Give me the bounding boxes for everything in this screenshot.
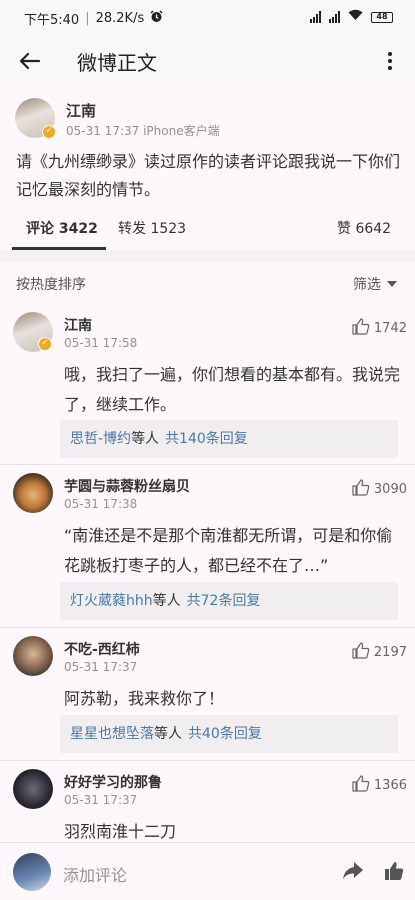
comment-item: 好好学习的那鲁 05-31 17:37 1366 羽烈南淮十二刀 (0, 761, 415, 842)
share-icon[interactable] (342, 861, 364, 885)
filter-label: 筛选 (353, 277, 381, 293)
tab-comments[interactable]: 评论 3422 (26, 218, 98, 238)
comment-like-button[interactable]: 2197 (352, 642, 407, 663)
reply-author-link[interactable]: 思哲-博约 (70, 431, 131, 447)
thumbs-up-icon[interactable] (384, 861, 404, 885)
page-title: 微博正文 (77, 51, 157, 75)
reply-etc: 等人 (154, 726, 182, 742)
battery-icon: 48 (371, 11, 393, 23)
thumbs-up-icon (352, 479, 370, 500)
more-vertical-icon[interactable] (379, 48, 401, 74)
original-post: ✓ 江南 05-31 17:37 iPhone客户端 请《九州缥缈录》读过原作的… (0, 86, 415, 250)
like-count: 1742 (373, 321, 407, 336)
reply-etc: 等人 (131, 431, 160, 447)
back-arrow-icon[interactable] (16, 48, 44, 74)
like-count: 2197 (373, 645, 407, 660)
chevron-down-icon (387, 281, 397, 287)
replies-summary[interactable]: 星星也想坠落等人 共40条回复 (60, 715, 398, 753)
post-meta: 05-31 17:37 iPhone客户端 (66, 122, 220, 139)
commenter-avatar[interactable] (13, 769, 53, 809)
tab-reposts[interactable]: 转发 1523 (118, 218, 186, 238)
filter-button[interactable]: 筛选 (353, 274, 397, 294)
tab-likes[interactable]: 赞 6642 (337, 218, 391, 238)
replies-summary[interactable]: 思哲-博约等人 共140条回复 (60, 420, 398, 458)
comment-time: 05-31 17:38 (64, 497, 138, 511)
comment-item: 不吃-西红柿 05-31 17:37 2197 阿苏勒，我来救你了！ 星星也想坠… (0, 628, 415, 760)
comment-text: “南淮还是不是那个南淮都无所谓，可是和你偷花跳板打枣子的人，都已经不在了…” (64, 526, 393, 575)
add-comment-input[interactable]: 添加评论 (63, 862, 127, 886)
commenter-avatar[interactable] (13, 636, 53, 676)
replies-summary[interactable]: 灯火葳蕤hhh等人 共72条回复 (60, 582, 398, 620)
commenter-name[interactable]: 芋圆与蒜蓉粉丝扇贝 (64, 476, 190, 496)
commenter-name[interactable]: 不吃-西红柿 (64, 639, 140, 659)
sort-row: 按热度排序 筛选 (0, 262, 415, 304)
post-date: 05-31 17:37 (66, 124, 140, 138)
comment-like-button[interactable]: 3090 (352, 479, 407, 500)
like-count: 1366 (373, 778, 407, 793)
commenter-name[interactable]: 好好学习的那鲁 (64, 772, 162, 792)
reply-etc: 等人 (152, 593, 181, 609)
comment-item: ✓ 江南 05-31 17:58 1742 哦，我扫了一遍，你们想看的基本都有。… (0, 304, 415, 464)
status-bar: 下午5:40 | 28.2K/s 48 (0, 0, 415, 36)
sort-by-hot-label[interactable]: 按热度排序 (16, 274, 86, 294)
network-speed: 28.2K/s (95, 11, 145, 26)
comment-text: 阿苏勒，我来救你了！ (64, 689, 225, 708)
top-nav: 微博正文 (0, 36, 415, 86)
comment-text: 哦，我扫了一遍，你们想看的基本都有。我说完了，继续工作。 (64, 365, 401, 414)
reply-count-link[interactable]: 共140条回复 (165, 431, 248, 447)
signal-icon-2 (329, 11, 340, 23)
reply-author-link[interactable]: 星星也想坠落 (70, 726, 154, 742)
verified-badge-icon: ✓ (38, 337, 52, 351)
alarm-icon (150, 10, 163, 27)
thumbs-up-icon (352, 642, 370, 663)
reply-count-link[interactable]: 共72条回复 (187, 593, 261, 609)
comment-time: 05-31 17:58 (64, 336, 138, 350)
my-avatar[interactable] (13, 853, 51, 891)
commenter-name[interactable]: 江南 (64, 315, 92, 335)
like-count: 3090 (373, 482, 407, 497)
post-source: iPhone客户端 (143, 124, 220, 138)
reply-author-link[interactable]: 灯火葳蕤hhh (70, 593, 153, 609)
commenter-avatar[interactable] (13, 473, 53, 513)
reply-count-link[interactable]: 共40条回复 (188, 726, 262, 742)
thumbs-up-icon (352, 775, 370, 796)
post-tabs: 评论 3422 转发 1523 赞 6642 (0, 210, 415, 250)
comments-section: 按热度排序 筛选 ✓ 江南 05-31 17:58 1742 哦，我扫了一遍，你… (0, 262, 415, 842)
post-text: 请《九州缥缈录》读过原作的读者评论跟我说一下你们记忆最深刻的情节。 (16, 152, 401, 199)
thumbs-up-icon (352, 318, 370, 339)
status-time: 下午5:40 (24, 13, 80, 28)
active-tab-indicator (12, 247, 106, 250)
comment-item: 芋圆与蒜蓉粉丝扇贝 05-31 17:38 3090 “南淮还是不是那个南淮都无… (0, 465, 415, 627)
comment-like-button[interactable]: 1742 (352, 318, 407, 339)
comment-time: 05-31 17:37 (64, 793, 138, 807)
comment-like-button[interactable]: 1366 (352, 775, 407, 796)
comment-time: 05-31 17:37 (64, 660, 138, 674)
bottom-comment-bar: 添加评论 (0, 842, 415, 900)
signal-icon (310, 11, 321, 23)
verified-badge-icon: ✓ (42, 125, 56, 139)
wifi-icon (348, 9, 363, 25)
post-author-name[interactable]: 江南 (66, 100, 96, 121)
